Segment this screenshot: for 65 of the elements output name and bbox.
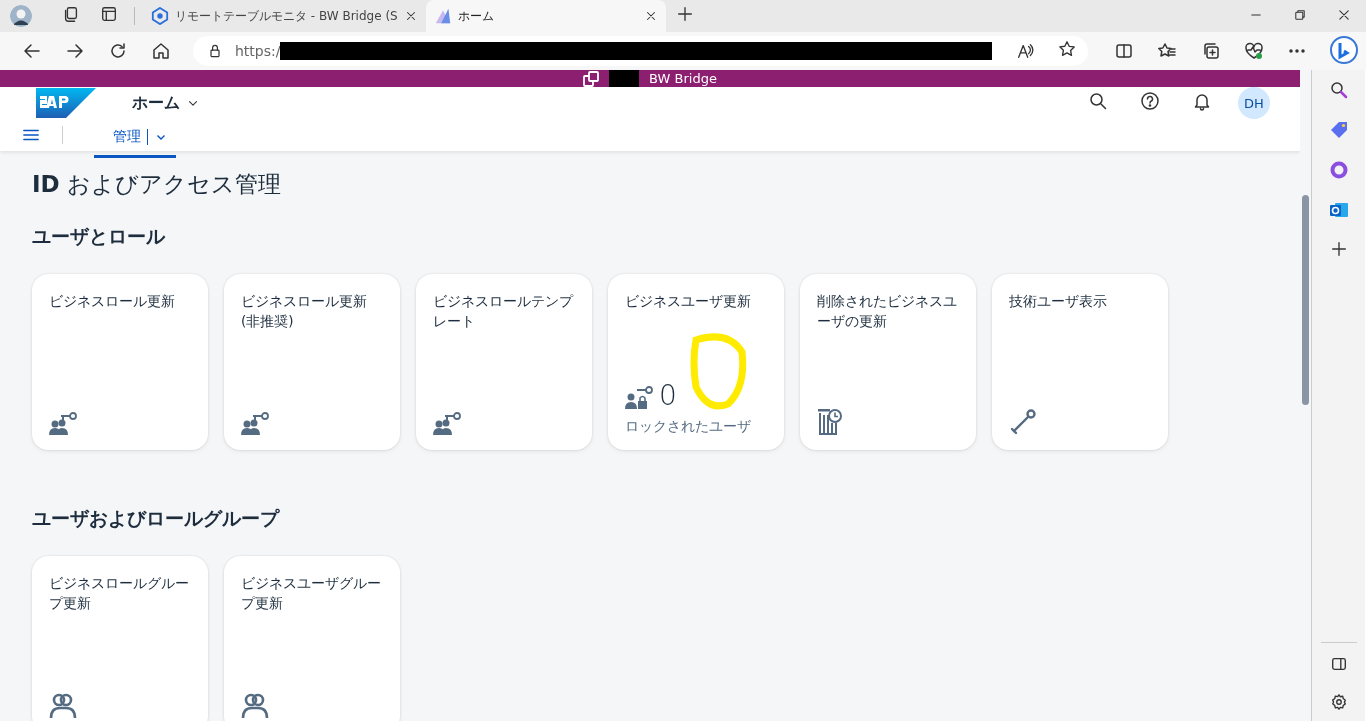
people-key-icon xyxy=(433,412,461,436)
app-tile[interactable]: ビジネスロール更新 xyxy=(32,274,208,450)
app-title-menu[interactable]: ホーム xyxy=(126,91,206,115)
browser-tab[interactable]: ホーム xyxy=(425,0,666,32)
read-aloud-icon[interactable] xyxy=(1016,42,1035,60)
tile-title: ビジネスロールテンプレート xyxy=(433,292,575,331)
workspaces-icon[interactable] xyxy=(62,5,80,23)
notification-icon[interactable] xyxy=(1192,91,1212,111)
split-screen-icon[interactable] xyxy=(1114,41,1135,61)
browser-tab[interactable]: リモートテーブルモニタ - BW Bridge (S xyxy=(143,0,426,32)
section-title: ユーザとロール xyxy=(32,224,166,249)
group-icon xyxy=(49,692,77,718)
forward-icon[interactable] xyxy=(64,41,85,61)
new-tab-icon[interactable] xyxy=(675,5,694,23)
switch-icon[interactable] xyxy=(583,70,600,87)
tile-count: 0 xyxy=(659,382,677,410)
app-tile[interactable]: ビジネスロールグループ更新 xyxy=(32,556,208,721)
search-icon[interactable] xyxy=(1088,91,1108,111)
tile-title: 技術ユーザ表示 xyxy=(1009,292,1108,311)
section-title: ユーザおよびロールグループ xyxy=(32,506,281,531)
home-icon[interactable] xyxy=(151,41,172,61)
tile-title: ビジネスユーザグループ更新 xyxy=(241,574,382,613)
mail-icon[interactable] xyxy=(1328,200,1349,220)
app-tile[interactable]: ビジネスロールテンプレート xyxy=(416,274,592,450)
tab-actions-icon[interactable] xyxy=(100,5,118,23)
sap-logo[interactable] xyxy=(36,88,96,118)
people-key-icon xyxy=(49,412,77,436)
help-icon[interactable] xyxy=(1140,91,1160,111)
tab-favicon xyxy=(433,7,452,25)
user-avatar[interactable]: DH xyxy=(1238,87,1270,119)
add-icon[interactable] xyxy=(1329,240,1348,258)
page-title: ID およびアクセス管理 xyxy=(32,170,282,199)
sidebar-icon[interactable] xyxy=(1329,655,1348,673)
tile-subtitle: ロックされたユーザ xyxy=(625,418,752,436)
search-icon[interactable] xyxy=(1328,80,1349,100)
address-bar[interactable]: https:/ xyxy=(193,36,1089,66)
restore-icon[interactable] xyxy=(1293,7,1307,22)
scrollbar-thumb[interactable] xyxy=(1302,195,1309,405)
lock-icon xyxy=(207,43,223,59)
app-tile[interactable]: 技術ユーザ表示 xyxy=(992,274,1168,450)
back-icon[interactable] xyxy=(21,41,42,61)
tile-title: ビジネスロールグループ更新 xyxy=(49,574,190,613)
heart-pulse-icon[interactable] xyxy=(1243,41,1264,61)
url-text: https:/ xyxy=(235,43,281,59)
people-key-icon xyxy=(241,412,269,436)
ring-icon[interactable] xyxy=(1328,160,1349,180)
tile-title: ビジネスロール更新 xyxy=(49,292,176,311)
settings-icon[interactable] xyxy=(1329,693,1348,711)
app-tile[interactable]: ビジネスロール更新 (非推奨) xyxy=(224,274,400,450)
group-icon xyxy=(241,692,269,718)
app-tile[interactable]: 削除されたビジネスユーザの更新 xyxy=(800,274,976,450)
profile-avatar[interactable] xyxy=(10,5,32,27)
app-tile[interactable]: ビジネスユーザグループ更新 xyxy=(224,556,400,721)
nav-tab[interactable]: 管理 xyxy=(94,119,176,158)
trash-clock-icon xyxy=(817,406,843,436)
close-icon[interactable] xyxy=(1337,7,1351,22)
tile-title: ビジネスユーザ更新 xyxy=(625,292,752,311)
redaction-bar xyxy=(609,70,640,87)
tab-favicon xyxy=(151,7,169,25)
user-lock-icon xyxy=(625,386,653,410)
favorite-icon[interactable] xyxy=(1058,40,1077,58)
tile-title: ビジネスロール更新 (非推奨) xyxy=(241,292,368,331)
tile-title: 削除されたビジネスユーザの更新 xyxy=(817,292,958,331)
app-tile[interactable]: ビジネスユーザ更新 0 ロックされたユーザ xyxy=(608,274,784,450)
tenant-title: BW Bridge xyxy=(649,71,717,86)
